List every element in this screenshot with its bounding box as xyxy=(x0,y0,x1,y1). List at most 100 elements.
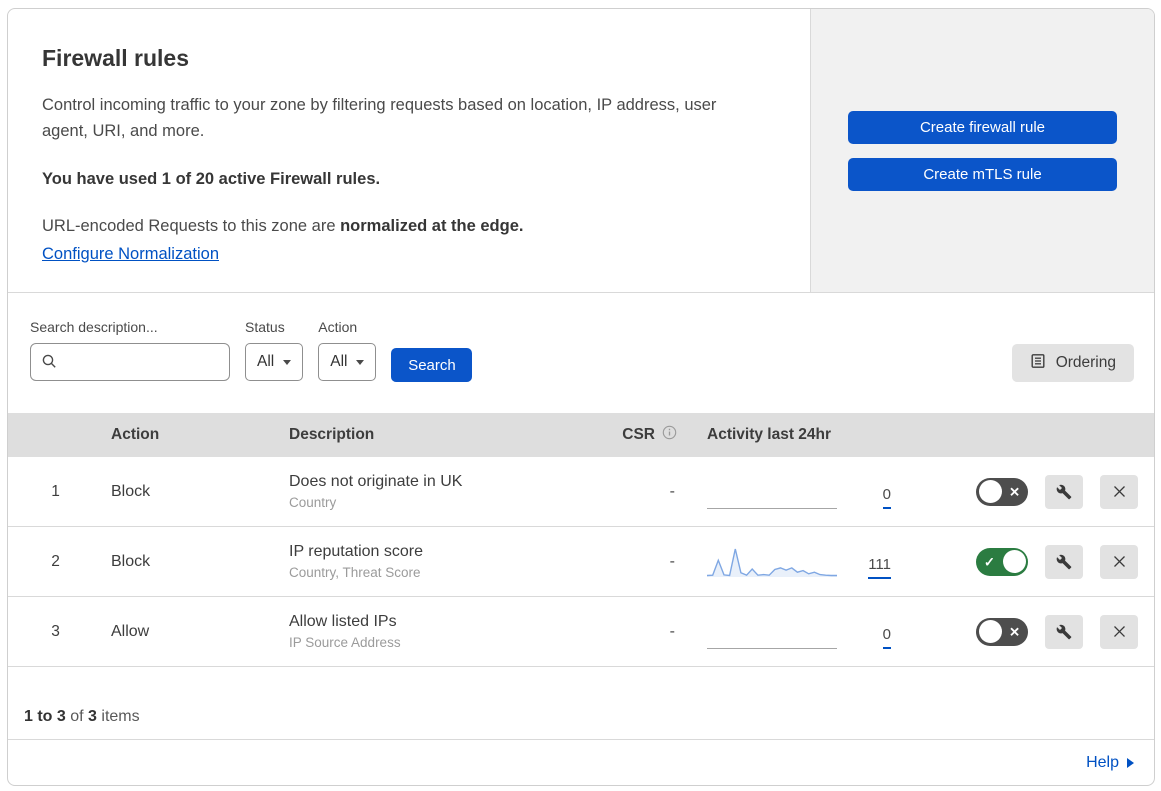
rule-csr-value: - xyxy=(669,552,675,570)
search-box xyxy=(30,343,230,381)
pagination-summary: 1 to 3 of 3 items xyxy=(8,667,1154,740)
delete-rule-button[interactable] xyxy=(1100,474,1138,509)
table-row: 3 Allow Allow listed IPs IP Source Addre… xyxy=(8,597,1154,667)
arrow-right-icon xyxy=(1127,758,1134,768)
rule-controls: ✕ xyxy=(929,614,1154,649)
activity-count-link[interactable]: 111 xyxy=(868,556,891,579)
ordering-button[interactable]: Ordering xyxy=(1011,344,1134,382)
rule-controls: ✕ xyxy=(929,474,1154,509)
help-link[interactable]: Help xyxy=(1086,754,1134,772)
search-label: Search description... xyxy=(30,319,158,335)
edit-rule-button[interactable] xyxy=(1045,614,1083,649)
status-dropdown[interactable]: All xyxy=(245,343,304,381)
items-label: items xyxy=(101,708,140,725)
enable-toggle[interactable]: ✓ xyxy=(976,547,1028,576)
enable-toggle[interactable]: ✕ xyxy=(976,477,1028,506)
edit-rule-button[interactable] xyxy=(1045,544,1083,579)
rule-description-title: IP reputation score xyxy=(289,543,424,560)
action-label: Action xyxy=(318,319,358,335)
wrench-icon xyxy=(1056,484,1072,499)
rule-controls: ✓ xyxy=(929,544,1154,579)
actions-panel: Create firewall rule Create mTLS rule xyxy=(810,9,1154,292)
info-icon[interactable] xyxy=(662,425,677,445)
status-filter-group: Status All xyxy=(245,319,304,381)
rule-description-fields: IP Source Address xyxy=(289,635,401,650)
rule-description-title: Allow listed IPs xyxy=(289,613,397,630)
search-group: Search description... xyxy=(30,319,230,381)
delete-rule-button[interactable] xyxy=(1100,614,1138,649)
search-button[interactable]: Search xyxy=(391,348,473,382)
rule-csr-value: - xyxy=(669,482,675,500)
normalization-text: URL-encoded Requests to this zone are xyxy=(42,217,341,236)
wrench-icon xyxy=(1056,554,1072,569)
rule-description: Allow listed IPs IP Source Address xyxy=(281,613,599,650)
status-dropdown-value: All xyxy=(257,353,275,370)
rules-table: Action Description CSR Activity last 24h… xyxy=(8,413,1154,667)
rule-activity-cell: 0 xyxy=(687,475,929,509)
table-header-row: Action Description CSR Activity last 24h… xyxy=(8,413,1154,457)
activity-sparkline xyxy=(706,545,837,579)
toggle-state-icon: ✕ xyxy=(1009,484,1020,499)
rule-description-fields: Country, Threat Score xyxy=(289,565,421,580)
page-description: Control incoming traffic to your zone by… xyxy=(42,96,717,141)
close-icon xyxy=(1113,486,1125,497)
search-input[interactable] xyxy=(30,343,230,381)
header-activity: Activity last 24hr xyxy=(707,426,832,443)
intro-text-block: Firewall rules Control incoming traffic … xyxy=(8,9,810,292)
rule-csr-value: - xyxy=(669,622,675,640)
ordering-list-icon xyxy=(1030,353,1046,374)
items-range: 1 to 3 xyxy=(24,708,66,725)
status-label: Status xyxy=(245,319,285,335)
rule-activity-cell: 0 xyxy=(687,615,929,649)
toggle-state-icon: ✕ xyxy=(1009,624,1020,639)
activity-count-link[interactable]: 0 xyxy=(882,626,891,649)
usage-summary: You have used 1 of 20 active Firewall ru… xyxy=(42,170,381,189)
help-link-label: Help xyxy=(1086,754,1119,771)
rule-action: Allow xyxy=(111,622,150,640)
action-filter-group: Action All xyxy=(318,319,377,381)
rule-priority: 2 xyxy=(51,552,60,570)
rule-action: Block xyxy=(111,552,151,570)
edit-rule-button[interactable] xyxy=(1045,474,1083,509)
table-row: 2 Block IP reputation score Country, Thr… xyxy=(8,527,1154,597)
toggle-knob xyxy=(978,480,1002,503)
normalization-bold-text: normalized at the edge. xyxy=(340,217,524,236)
toggle-state-icon: ✓ xyxy=(984,554,995,569)
action-dropdown-value: All xyxy=(330,353,348,370)
chevron-down-icon xyxy=(356,359,365,365)
rule-description: IP reputation score Country, Threat Scor… xyxy=(281,543,599,580)
activity-sparkline xyxy=(707,616,837,649)
header-description: Description xyxy=(289,426,375,443)
toggle-knob xyxy=(978,620,1002,643)
create-firewall-rule-button[interactable]: Create firewall rule xyxy=(848,110,1117,144)
firewall-rules-panel: Firewall rules Control incoming traffic … xyxy=(7,8,1155,786)
activity-sparkline xyxy=(707,476,837,509)
activity-count-link[interactable]: 0 xyxy=(882,486,891,509)
items-of-label: of xyxy=(70,708,84,725)
configure-normalization-link[interactable]: Configure Normalization xyxy=(42,245,219,264)
close-icon xyxy=(1113,626,1125,637)
header-action: Action xyxy=(111,426,160,443)
toggle-knob xyxy=(1002,550,1026,573)
chevron-down-icon xyxy=(283,359,292,365)
header-section: Firewall rules Control incoming traffic … xyxy=(8,9,1154,293)
filter-bar: Search description... Status All Action … xyxy=(8,293,1154,413)
enable-toggle[interactable]: ✕ xyxy=(976,617,1028,646)
create-mtls-rule-button[interactable]: Create mTLS rule xyxy=(848,157,1117,191)
rule-activity-cell: 111 xyxy=(687,545,929,579)
rule-priority: 3 xyxy=(51,622,60,640)
ordering-button-label: Ordering xyxy=(1055,354,1116,371)
normalization-note: URL-encoded Requests to this zone are no… xyxy=(42,217,770,236)
header-csr-label: CSR xyxy=(622,426,655,443)
page-title: Firewall rules xyxy=(42,45,190,71)
help-bar: Help xyxy=(8,740,1154,785)
rule-action: Block xyxy=(111,482,151,500)
table-row: 1 Block Does not originate in UK Country… xyxy=(8,457,1154,527)
wrench-icon xyxy=(1056,624,1072,639)
items-total: 3 xyxy=(88,708,97,725)
close-icon xyxy=(1113,556,1125,567)
action-dropdown[interactable]: All xyxy=(318,343,377,381)
delete-rule-button[interactable] xyxy=(1100,544,1138,579)
rule-description-fields: Country xyxy=(289,495,337,510)
rule-priority: 1 xyxy=(51,482,60,500)
